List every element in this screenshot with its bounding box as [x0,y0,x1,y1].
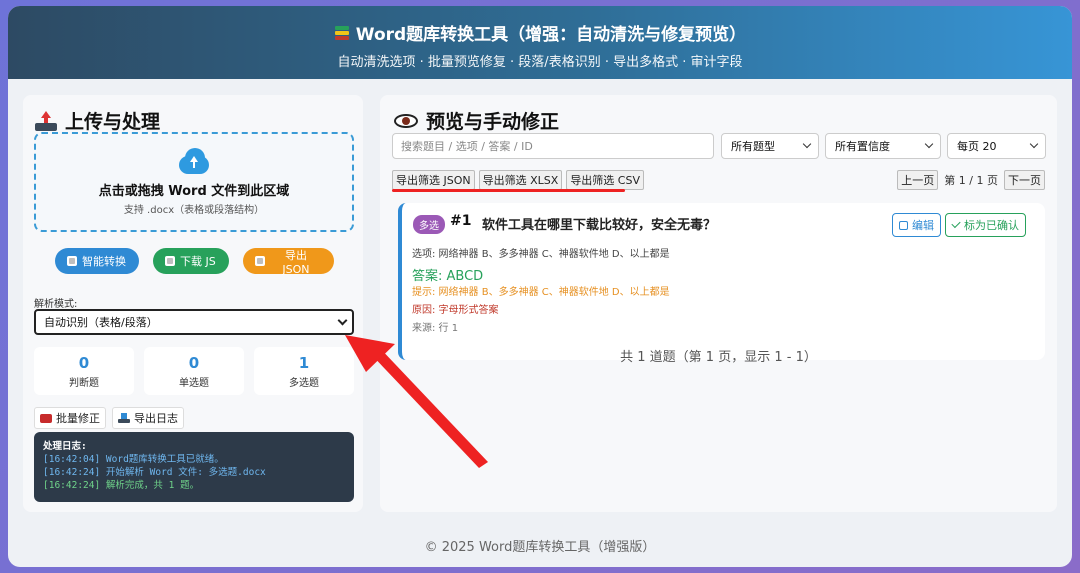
chevron-down-icon [924,139,934,149]
stat-single-choice: 0 单选题 [144,347,244,395]
question-id: #1 [450,213,472,229]
preview-panel-title: 预览与手动修正 [394,107,559,134]
question-options: 选项: 网络神器 B、多多神器 C、神器软件地 D、以上都是 [412,249,670,260]
filtered-export-buttons: 导出筛选 JSON 导出筛选 XLSX 导出筛选 CSV [392,170,644,190]
dropzone-text: 点击或拖拽 Word 文件到此区域 [98,184,290,199]
app-subtitle: 自动清洗选项 · 批量预览修复 · 段落/表格识别 · 导出多格式 · 审计字段 [337,55,743,70]
upload-panel-title: 上传与处理 [35,107,160,134]
app-title: Word题库转换工具（增强：自动清洗与修复预览） [8,20,1072,45]
stats-row: 0 判断题 0 单选题 1 多选题 [34,347,354,395]
export-log-button[interactable]: 导出日志 [112,407,184,429]
export-filtered-xlsx-button[interactable]: 导出筛选 XLSX [478,170,563,190]
smart-convert-button[interactable]: 智能转换 [55,248,139,274]
refresh-icon [67,256,77,266]
upload-tray-icon [35,110,57,131]
stat-true-false: 0 判断题 [34,347,134,395]
file-dropzone[interactable]: 点击或拖拽 Word 文件到此区域 支持 .docx（表格或段落结构） [34,132,354,232]
question-tip: 提示: 网络神器 B、多多神器 C、神器软件地 D、以上都是 [412,287,670,298]
export-filtered-json-button[interactable]: 导出筛选 JSON [392,170,475,190]
edit-button[interactable]: 编辑 [892,213,941,237]
log-heading: 处理日志: [43,441,87,452]
pagination: 上一页 第 1 / 1 页 下一页 [897,170,1045,190]
chevron-down-icon [802,139,812,149]
eye-icon [394,113,418,128]
next-page-button[interactable]: 下一页 [1004,170,1045,190]
app-window: Word题库转换工具（增强：自动清洗与修复预览） 自动清洗选项 · 批量预览修复… [8,6,1072,567]
batch-fix-button[interactable]: 批量修正 [34,407,106,429]
check-icon [951,218,961,229]
question-card: 多选 #1 软件工具在哪里下载比较好，安全无毒？ 编辑 标为已确认 选项: 网络… [398,203,1045,360]
question-type-badge: 多选 [413,215,445,234]
page-info: 第 1 / 1 页 [944,174,998,187]
mark-confirmed-button[interactable]: 标为已确认 [945,213,1026,237]
download-js-button[interactable]: 下载 JS [153,248,229,274]
log-line: [16:42:24] 开始解析 Word 文件: 多选题.docx [43,467,266,478]
document-icon [255,256,265,266]
preview-panel: 预览与手动修正 搜索题目 / 选项 / 答案 / ID 所有题型 所有置信度 每… [380,95,1057,512]
toolbox-icon [40,413,52,423]
result-summary: 共 1 道题（第 1 页，显示 1 - 1） [620,350,817,365]
export-tray-icon [118,413,130,423]
question-reason: 原因: 字母形式答案 [412,305,499,316]
action-buttons: 智能转换 下载 JS 导出 JSON [55,248,334,276]
question-type-select[interactable]: 所有题型 [721,133,819,159]
export-filtered-csv-button[interactable]: 导出筛选 CSV [566,170,644,190]
confidence-select[interactable]: 所有置信度 [825,133,941,159]
search-input[interactable]: 搜索题目 / 选项 / 答案 / ID [392,133,714,159]
book-stack-icon [334,25,350,41]
tool-buttons: 批量修正 导出日志 [34,407,184,429]
cloud-upload-icon [175,148,213,174]
save-icon [165,256,175,266]
chevron-down-icon [1029,139,1039,149]
question-text: 软件工具在哪里下载比较好，安全无毒？ [482,218,717,233]
question-answer: 答案: ABCD [412,269,484,284]
prev-page-button[interactable]: 上一页 [897,170,939,190]
chevron-down-icon [337,315,348,326]
process-log: 处理日志: [16:42:04] Word题库转换工具已就绪。 [16:42:2… [34,432,354,502]
dropzone-hint: 支持 .docx（表格或段落结构） [123,205,265,216]
question-source: 来源: 行 1 [412,323,459,334]
log-line: [16:42:04] Word题库转换工具已就绪。 [43,454,224,465]
upload-panel: 上传与处理 点击或拖拽 Word 文件到此区域 支持 .docx（表格或段落结构… [23,95,363,512]
footer: © 2025 Word题库转换工具（增强版） [424,540,656,555]
annotation-underline [392,189,625,192]
edit-icon [899,220,908,230]
log-line: [16:42:24] 解析完成，共 1 题。 [43,480,200,491]
stat-multi-choice: 1 多选题 [254,347,354,395]
parse-mode-select[interactable]: 自动识别（表格/段落） [34,309,354,335]
parse-mode-label: 解析模式: [34,299,78,310]
export-json-button[interactable]: 导出 JSON [243,248,334,276]
header: Word题库转换工具（增强：自动清洗与修复预览） 自动清洗选项 · 批量预览修复… [8,6,1072,79]
per-page-select[interactable]: 每页 20 [947,133,1046,159]
